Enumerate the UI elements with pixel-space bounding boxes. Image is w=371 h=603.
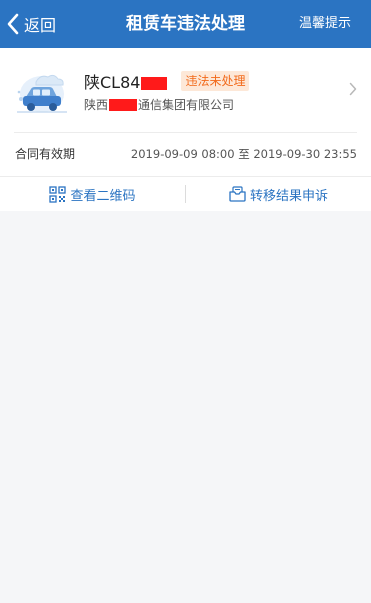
- appeal-box-icon: [229, 186, 246, 202]
- chevron-right-icon[interactable]: [349, 82, 357, 96]
- license-plate: 陕CL84: [84, 69, 168, 93]
- transfer-appeal-label: 转移结果申诉: [249, 188, 328, 204]
- contract-period-row: 合同有效期 2019-09-09 08:00 至 2019-09-30 23:5…: [0, 133, 371, 175]
- transfer-appeal-button[interactable]: 转移结果申诉: [186, 177, 371, 211]
- action-bar: 查看二维码 转移结果申诉: [0, 177, 371, 211]
- view-qr-code-label: 查看二维码: [70, 188, 136, 204]
- rental-car-card[interactable]: 陕CL84 违法未处理 陕西 通信集团有限公司 合同有效期 2019-09-09 …: [0, 48, 371, 211]
- chevron-left-icon: [7, 13, 19, 35]
- company-prefix: 陕西: [84, 98, 109, 112]
- tips-button[interactable]: 温馨提示: [299, 0, 351, 48]
- car-illustration-icon: [17, 74, 67, 113]
- redaction-mark: [109, 98, 138, 111]
- nav-bar: 返回 租赁车违法处理 温馨提示: [0, 0, 371, 48]
- company-suffix: 通信集团有限公司: [138, 98, 235, 112]
- back-label: 返回: [24, 16, 57, 35]
- qr-code-icon: [49, 185, 67, 203]
- vehicle-row: 陕CL84 违法未处理: [84, 69, 250, 93]
- view-qr-code-button[interactable]: 查看二维码: [0, 177, 185, 211]
- contract-period-label: 合同有效期: [15, 147, 76, 161]
- license-plate-text: 陕CL84: [84, 73, 141, 92]
- back-button[interactable]: 返回: [6, 0, 56, 48]
- status-badge: 违法未处理: [181, 71, 250, 91]
- company-name: 陕西 通信集团有限公司: [84, 96, 234, 114]
- contract-period-value: 2019-09-09 08:00 至 2019-09-30 23:55: [130, 147, 357, 161]
- redaction-mark: [141, 77, 168, 90]
